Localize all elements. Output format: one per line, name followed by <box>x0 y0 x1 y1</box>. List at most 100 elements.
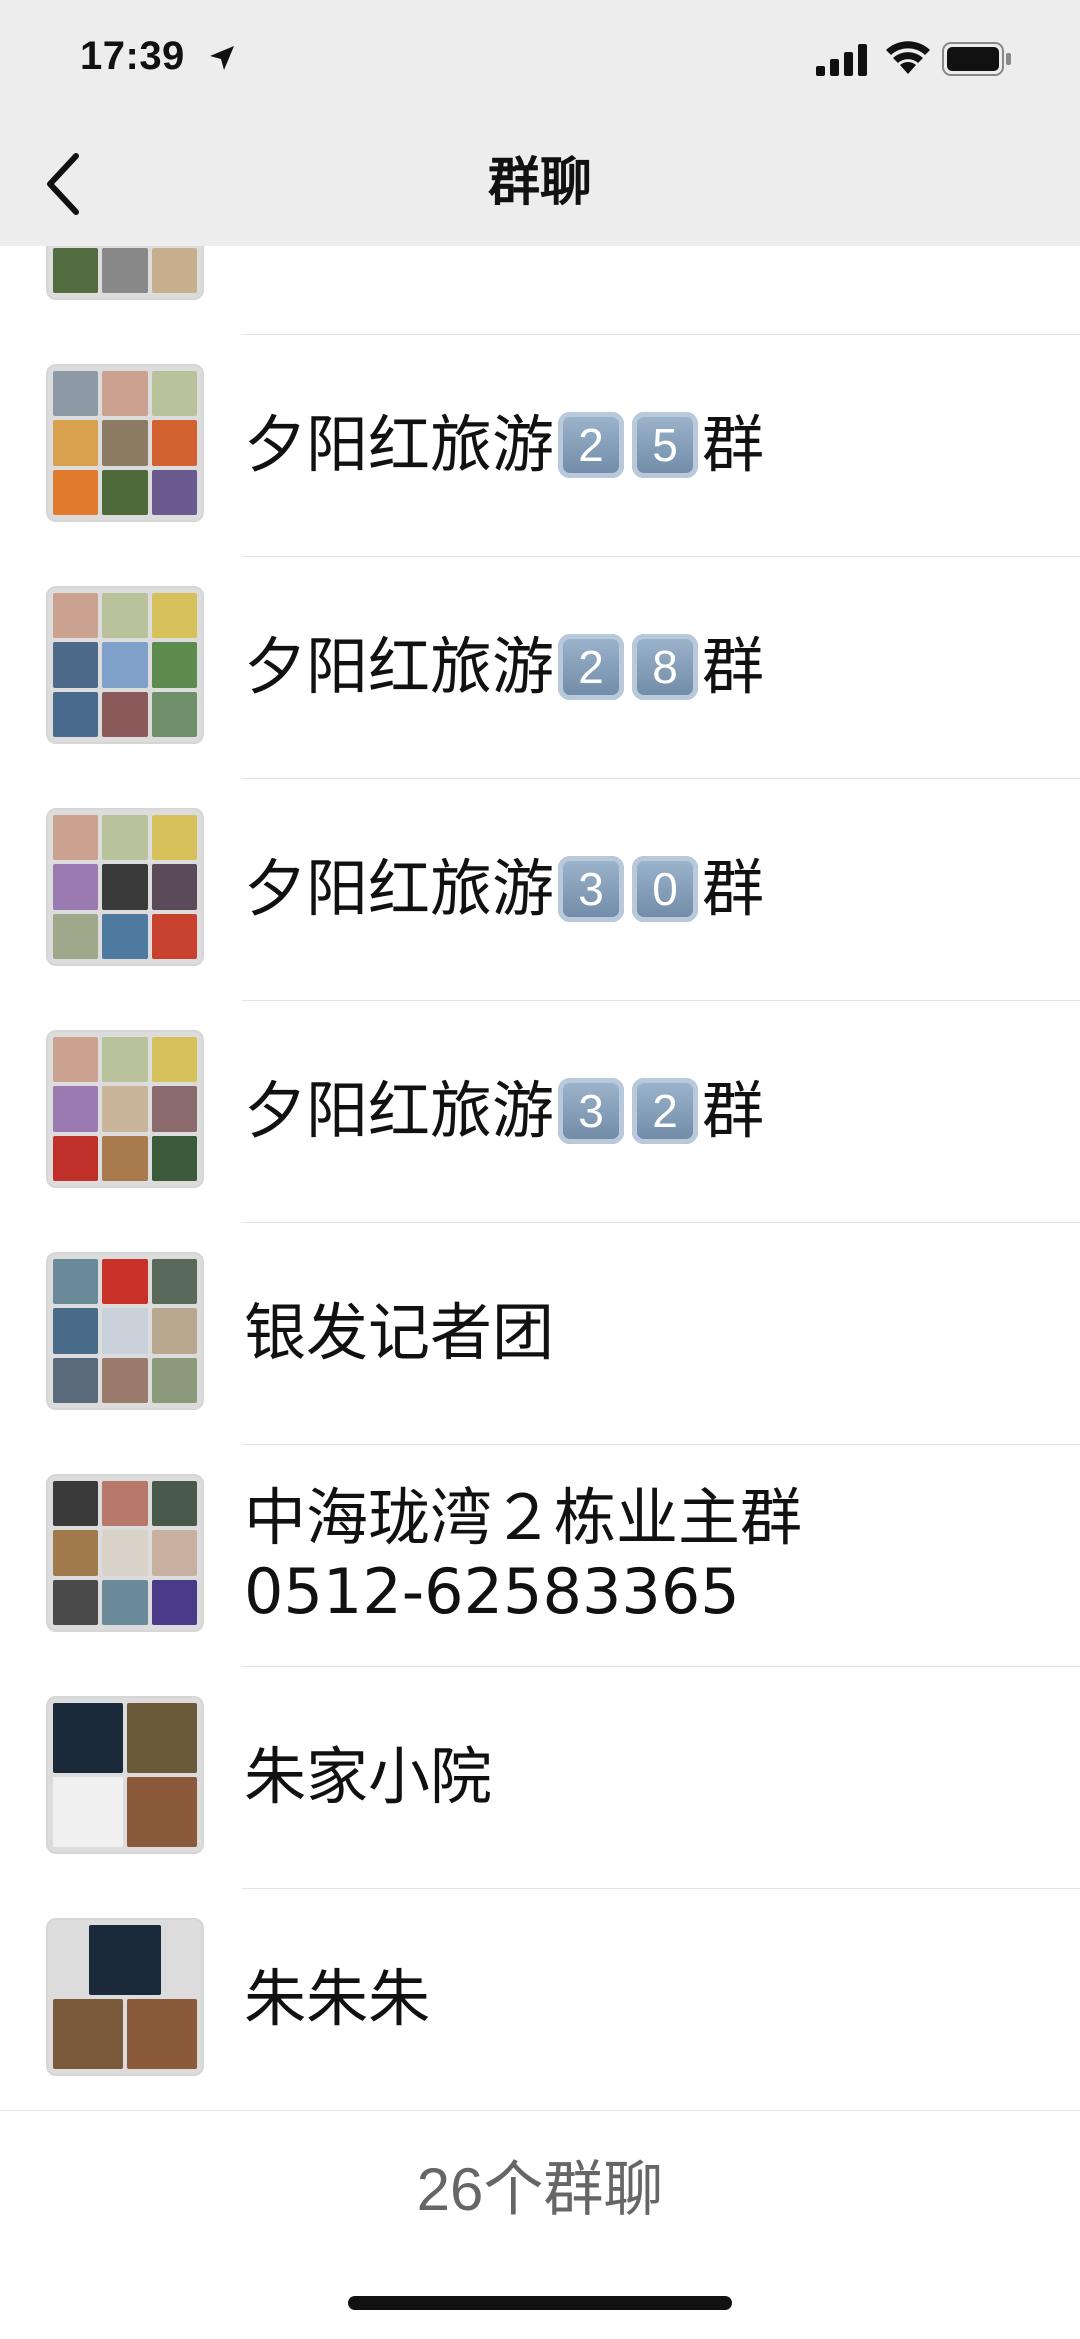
group-name: 朱家小院 <box>244 1666 1040 1888</box>
avatar-tile <box>53 1086 99 1132</box>
group-name: 夕阳红旅游 3 0 群 <box>244 778 1040 1000</box>
group-name-suffix: 群 <box>702 1073 765 1147</box>
avatar-tile <box>53 691 99 737</box>
avatar-tile <box>53 1037 99 1083</box>
avatar-tile <box>102 691 148 737</box>
avatar-tile <box>53 1357 99 1403</box>
avatar-tile <box>53 642 99 688</box>
group-avatar <box>46 364 204 522</box>
group-name-text: 夕阳红旅游 <box>244 629 555 703</box>
avatar-tile <box>151 1037 197 1083</box>
avatar-tile <box>53 815 99 861</box>
group-row[interactable]: 朱朱朱 <box>0 1888 1080 2110</box>
avatar-tile <box>151 642 197 688</box>
avatar-tile <box>102 593 148 639</box>
group-name-text: 夕阳红旅游 <box>244 407 555 481</box>
group-name-text: 中海珑湾２栋业主群 0512-62583365 <box>244 1480 803 1628</box>
avatar-tile <box>53 1777 123 1847</box>
page-title: 群聊 <box>487 153 592 213</box>
group-count-text: 26个群聊 <box>416 2156 664 2223</box>
status-time: 17:39 <box>80 34 185 78</box>
home-indicator[interactable] <box>348 2296 732 2310</box>
avatar-tile <box>151 593 197 639</box>
avatar-tile <box>102 815 148 861</box>
back-button[interactable] <box>36 144 96 224</box>
avatar-tile <box>151 1357 197 1403</box>
avatar-tile <box>151 371 197 417</box>
avatar-tile <box>151 420 197 466</box>
avatar-tile <box>151 469 197 515</box>
group-avatar <box>46 1474 204 1632</box>
group-avatar <box>46 1696 204 1854</box>
avatar-tile <box>53 1135 99 1181</box>
avatar-tile <box>102 864 148 910</box>
avatar-tile <box>53 593 99 639</box>
group-name: 夕阳红旅游 2 5 群 <box>244 334 1040 556</box>
keycap-digit: 0 <box>632 856 699 922</box>
avatar-tile <box>102 1259 148 1305</box>
cellular-signal-icon <box>816 44 867 76</box>
avatar-tile <box>151 1259 197 1305</box>
avatar-tile <box>151 1481 197 1527</box>
group-name-text: 银发记者团 <box>244 1295 555 1369</box>
battery-icon <box>942 42 1011 76</box>
chevron-left-icon <box>47 153 79 215</box>
group-avatar <box>46 1918 204 2076</box>
avatar-tile <box>127 1703 197 1773</box>
group-row[interactable]: 夕阳红旅游 3 2 群 <box>0 1000 1080 1222</box>
group-row[interactable]: 夕阳红旅游 2 5 群 <box>0 334 1080 556</box>
group-name-suffix: 群 <box>702 851 765 925</box>
status-bar: 17:39 <box>0 0 1080 120</box>
group-name-text: 朱朱朱 <box>244 1961 431 2035</box>
group-count-footer: 26个群聊 <box>0 2110 1080 2251</box>
avatar-tile <box>151 247 197 293</box>
avatar-tile <box>102 469 148 515</box>
avatar-tile <box>53 420 99 466</box>
group-row[interactable]: 朱家小院 <box>0 1666 1080 1888</box>
group-name: 银发记者团 <box>244 1222 1040 1444</box>
avatar-tile <box>53 469 99 515</box>
avatar-tile <box>151 1530 197 1576</box>
avatar-tile <box>89 1925 161 1995</box>
top-bar: 17:39 群聊 <box>0 0 1080 246</box>
avatar-tile <box>102 1135 148 1181</box>
avatar-tile <box>102 1037 148 1083</box>
keycap-digit: 2 <box>558 634 625 700</box>
avatar-tile <box>151 815 197 861</box>
avatar-tile <box>102 1530 148 1576</box>
group-row[interactable]: 中海珑湾２栋业主群 0512-62583365 <box>0 1444 1080 1666</box>
avatar-tile <box>102 420 148 466</box>
avatar-tile <box>53 864 99 910</box>
avatar-tile <box>127 1777 197 1847</box>
avatar-tile <box>102 1357 148 1403</box>
avatar-tile <box>53 1703 123 1773</box>
avatar-tile <box>102 371 148 417</box>
group-avatar <box>46 1030 204 1188</box>
avatar-tile <box>53 1481 99 1527</box>
avatar-tile <box>102 913 148 959</box>
avatar-tile <box>53 371 99 417</box>
group-name-text: 夕阳红旅游 <box>244 1073 555 1147</box>
avatar-tile <box>151 1086 197 1132</box>
group-name: 中海珑湾２栋业主群 0512-62583365 <box>244 1444 1040 1666</box>
avatar-tile <box>53 913 99 959</box>
group-row[interactable]: 银发记者团 <box>0 1222 1080 1444</box>
keycap-digit: 2 <box>558 412 625 478</box>
avatar-tile <box>102 1579 148 1625</box>
keycap-digit: 3 <box>558 856 625 922</box>
location-arrow-icon <box>210 46 234 70</box>
avatar-tile <box>127 1999 197 2069</box>
keycap-digit: 2 <box>632 1078 699 1144</box>
keycap-digit: 8 <box>632 634 699 700</box>
avatar-tile <box>102 642 148 688</box>
avatar-tile <box>102 1481 148 1527</box>
avatar-tile <box>151 1135 197 1181</box>
avatar-tile <box>151 913 197 959</box>
avatar-tile <box>53 1530 99 1576</box>
group-row[interactable]: 夕阳红旅游 2 8 群 <box>0 556 1080 778</box>
group-name-text: 朱家小院 <box>244 1739 493 1813</box>
wifi-icon <box>886 41 930 74</box>
avatar-tile <box>102 1308 148 1354</box>
avatar-tile <box>53 1259 99 1305</box>
group-row[interactable]: 夕阳红旅游 3 0 群 <box>0 778 1080 1000</box>
